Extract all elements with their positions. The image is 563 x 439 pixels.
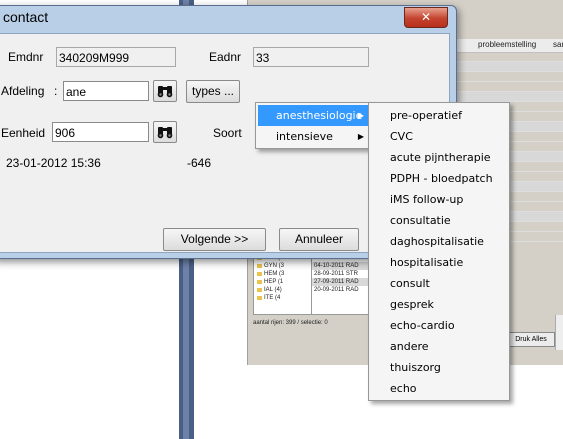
submenu-item[interactable]: andere: [371, 336, 507, 357]
eenheid-input[interactable]: 906: [52, 122, 149, 142]
next-button[interactable]: Volgende >>: [163, 228, 266, 251]
tree-item[interactable]: HEP (1: [254, 278, 312, 286]
types-button[interactable]: types ...: [186, 80, 240, 103]
dialog-titlebar[interactable]: contact ✕: [0, 6, 456, 30]
list-item[interactable]: 04-10-2011 RAD: [312, 262, 368, 270]
submenu-item[interactable]: echo: [371, 378, 507, 399]
submenu-item[interactable]: consultatie: [371, 210, 507, 231]
submenu-item[interactable]: CVC: [371, 126, 507, 147]
tree-item[interactable]: HEM (3: [254, 270, 312, 278]
submenu-item[interactable]: PDPH - bloedpatch: [371, 168, 507, 189]
eenheid-search-button[interactable]: [153, 121, 177, 143]
emdnr-field[interactable]: 340209M999: [56, 47, 176, 67]
tree-item[interactable]: GYN (3: [254, 262, 312, 270]
background-tree: GEZ (3 GYN (3 HEM (3 HEP (1 IAL (4) ITE …: [253, 253, 313, 315]
submenu-item[interactable]: daghospitalisatie: [371, 231, 507, 252]
list-item[interactable]: 28-09-2011 STR: [312, 270, 368, 278]
menu-item-label: anesthesiologie: [276, 109, 363, 122]
column-header-sar: sar: [553, 40, 563, 49]
types-menu: anesthesiologie ▶ intensieve ▶: [255, 102, 371, 149]
background-list: 11-10-2011 ALL 04-10-2011 RAD 28-09-2011…: [311, 253, 369, 315]
close-button[interactable]: ✕: [404, 7, 448, 28]
close-icon: ✕: [420, 10, 432, 24]
menu-item-label: intensieve: [276, 130, 333, 143]
submenu-item[interactable]: pre-operatief: [371, 105, 507, 126]
column-header-probleemstelling: probleemstelling: [478, 40, 537, 49]
submenu-item[interactable]: thuiszorg: [371, 357, 507, 378]
eenheid-label: Eenheid: [1, 126, 46, 140]
background-table-header: probleemstelling sar: [450, 39, 563, 53]
submenu-item[interactable]: consult: [371, 273, 507, 294]
print-all-button[interactable]: Druk Alles: [507, 332, 555, 347]
menu-item-anesthesiologie[interactable]: anesthesiologie ▶: [258, 105, 368, 126]
afdeling-label: Afdeling: [1, 84, 45, 98]
dialog-title: contact: [3, 9, 49, 25]
submenu-arrow-icon: ▶: [357, 132, 364, 141]
submenu-item[interactable]: echo-cardio: [371, 315, 507, 336]
anesthesiologie-submenu: pre-operatief CVC acute pijntherapie PDP…: [368, 102, 510, 401]
submenu-item[interactable]: gesprek: [371, 294, 507, 315]
number-label: -646: [187, 156, 212, 170]
types-button-label: types ...: [191, 84, 235, 98]
afdeling-search-button[interactable]: [153, 80, 177, 102]
cancel-button[interactable]: Annuleer: [279, 228, 359, 251]
submenu-arrow-icon: ▶: [357, 111, 364, 120]
eadnr-field[interactable]: 33: [253, 47, 369, 67]
afdeling-colon: :: [54, 84, 58, 98]
tree-item[interactable]: IAL (4): [254, 286, 312, 294]
eadnr-label: Eadnr: [209, 50, 242, 64]
binoculars-icon: [157, 127, 173, 139]
list-item[interactable]: 27-09-2011 RAD: [312, 278, 368, 286]
datetime-label: 23-01-2012 15:36: [6, 156, 101, 170]
list-item[interactable]: 20-09-2011 RAD: [312, 286, 368, 294]
binoculars-icon: [157, 86, 173, 98]
soort-label: Soort: [213, 126, 242, 140]
background-scrollbar[interactable]: [555, 315, 563, 350]
emdnr-label: Emdnr: [8, 50, 44, 64]
row-count-label: aantal rijen: 399 / selectie: 0: [253, 320, 328, 326]
submenu-item[interactable]: acute pijntherapie: [371, 147, 507, 168]
menu-item-intensieve[interactable]: intensieve ▶: [258, 126, 368, 147]
tree-item[interactable]: ITE (4: [254, 294, 312, 302]
submenu-item[interactable]: iMS follow-up: [371, 189, 507, 210]
afdeling-input[interactable]: ane: [63, 81, 149, 101]
submenu-item[interactable]: hospitalisatie: [371, 252, 507, 273]
